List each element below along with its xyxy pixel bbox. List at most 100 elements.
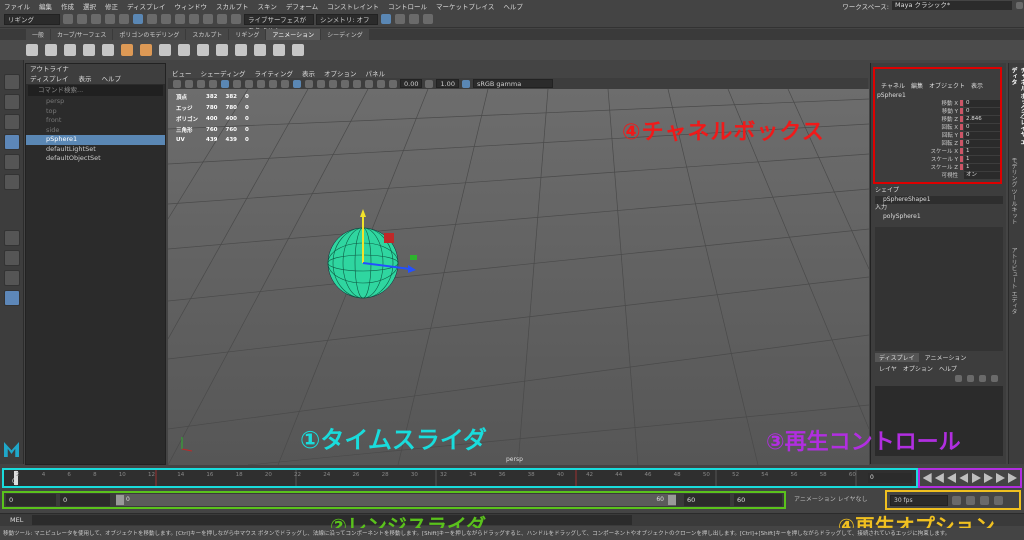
anim-start-field[interactable]: 0 <box>6 494 56 506</box>
exposure-field[interactable]: 0.00 <box>400 79 423 88</box>
gamma-field[interactable]: 1.00 <box>436 79 459 88</box>
menu-modify[interactable]: 修正 <box>105 1 118 11</box>
shelf-tab-animation[interactable]: アニメーション <box>266 29 321 40</box>
shelf-breakdown-icon[interactable] <box>83 44 95 56</box>
outliner-item[interactable]: defaultObjectSet <box>26 154 165 164</box>
cb-menu-edit[interactable]: 編集 <box>911 81 923 90</box>
shelf-motion-trail-icon[interactable] <box>121 44 133 56</box>
cb-menu-object[interactable]: オブジェクト <box>929 81 965 90</box>
cb-attr-row[interactable]: 回転 Z0 <box>875 139 1000 147</box>
layer-tab-animation[interactable]: アニメーション <box>921 353 971 362</box>
snap-curve-icon[interactable] <box>189 14 199 24</box>
step-forward-key-icon[interactable] <box>996 473 1005 483</box>
play-forward-icon[interactable] <box>972 473 981 483</box>
go-to-end-icon[interactable] <box>1008 473 1017 483</box>
image-plane-icon[interactable] <box>209 79 217 88</box>
menu-skin[interactable]: スキン <box>258 1 277 11</box>
select-tool-icon[interactable] <box>3 74 20 90</box>
shelf-key-icon[interactable] <box>26 44 38 56</box>
range-end-field[interactable]: 60 <box>684 494 730 506</box>
step-back-frame-icon[interactable] <box>947 473 957 483</box>
outliner-item[interactable]: defaultLightSet <box>26 145 165 155</box>
hypershade-icon[interactable] <box>423 14 433 24</box>
cb-attr-row[interactable]: スケール X1 <box>875 147 1000 155</box>
cb-shape-node[interactable]: pSphereShape1 <box>875 195 1003 204</box>
outliner-item[interactable]: top <box>26 107 165 117</box>
menu-control[interactable]: コントロール <box>388 1 427 11</box>
new-layer-icon[interactable] <box>979 375 986 382</box>
menu-edit[interactable]: 編集 <box>39 1 52 11</box>
menu-constrain[interactable]: コンストレイント <box>327 1 379 11</box>
paint-select-tool-icon[interactable] <box>3 114 20 130</box>
range-bar[interactable]: 0 60 <box>116 494 676 506</box>
step-back-key-icon[interactable] <box>934 473 944 483</box>
vp-menu-show[interactable]: 表示 <box>302 68 315 78</box>
new-scene-icon[interactable] <box>63 14 73 24</box>
shelf-dope-sheet-icon[interactable] <box>64 44 76 56</box>
menu-deform[interactable]: デフォーム <box>286 1 318 11</box>
cb-attr-row[interactable]: 回転 Y0 <box>875 131 1000 139</box>
shelf-ik-handle-icon[interactable] <box>159 44 171 56</box>
shelf-ghost-icon[interactable] <box>102 44 114 56</box>
menu-file[interactable]: ファイル <box>4 1 30 11</box>
outliner-item-selected[interactable]: pSphere1 <box>26 135 165 145</box>
time-slider[interactable]: 2 4 6 8 10 12 14 16 18 20 22 24 26 28 30 32 34 36 38 40 42 44… <box>2 468 918 488</box>
single-pane-layout-icon[interactable] <box>3 230 20 246</box>
lock-icon[interactable] <box>1016 2 1023 9</box>
outliner-item[interactable]: front <box>26 116 165 126</box>
cb-attr-row[interactable]: スケール Y1 <box>875 155 1000 163</box>
menu-display[interactable]: ディスプレイ <box>127 1 166 11</box>
shelf-tab-curves[interactable]: カーブ/サーフェス <box>51 29 113 40</box>
shelf-constraint-icon[interactable] <box>292 44 304 56</box>
safe-action-icon[interactable] <box>281 79 289 88</box>
menu-windows[interactable]: ウィンドウ <box>175 1 208 11</box>
lasso-tool-icon[interactable] <box>3 94 20 110</box>
cb-attr-row[interactable]: 移動 Y0 <box>875 107 1000 115</box>
cb-attr-row[interactable]: 可視性 オン <box>875 171 1000 179</box>
range-start-handle[interactable] <box>116 495 124 505</box>
cb-input-node[interactable]: polySphere1 <box>875 213 1003 222</box>
shelf-cluster-icon[interactable] <box>197 44 209 56</box>
layer-menu-options[interactable]: オプション <box>903 364 933 373</box>
undo-icon[interactable] <box>105 14 115 24</box>
outliner-search-input[interactable]: コマンド検索... <box>28 85 163 96</box>
camera-attributes-icon[interactable] <box>185 79 193 88</box>
rotate-tool-icon[interactable] <box>3 154 20 170</box>
smooth-shade-icon[interactable] <box>305 79 313 88</box>
new-layer-selected-icon[interactable] <box>991 375 998 382</box>
shelf-joint-icon[interactable] <box>140 44 152 56</box>
scale-tool-icon[interactable] <box>3 174 20 190</box>
shelf-playblast-icon[interactable] <box>273 44 285 56</box>
cb-menu-channels[interactable]: チャネル <box>881 81 905 90</box>
colorspace-dropdown[interactable]: sRGB gamma <box>472 79 553 88</box>
play-backward-icon[interactable] <box>959 473 969 483</box>
sidebar-tab-channel-box[interactable]: チャネル ボックス/レイヤ エディタ <box>1009 63 1024 153</box>
ipr-render-icon[interactable] <box>395 14 405 24</box>
gamma-icon[interactable] <box>425 79 434 88</box>
cb-attr-row[interactable]: 移動 X0 <box>875 99 1000 107</box>
shelf-attach-motion-icon[interactable] <box>235 44 247 56</box>
anim-layer-label[interactable]: アニメーション レイヤなし <box>794 494 868 503</box>
select-by-hierarchy-icon[interactable] <box>133 14 143 24</box>
snap-grid-icon[interactable] <box>175 14 185 24</box>
layer-tab-display[interactable]: ディスプレイ <box>875 353 919 362</box>
layer-menu-layers[interactable]: レイヤ <box>879 364 897 373</box>
layer-down-icon[interactable] <box>967 375 974 382</box>
cb-attr-row[interactable]: スケール Z1 <box>875 163 1000 171</box>
select-by-component-icon[interactable] <box>161 14 171 24</box>
shelf-bind-skin-icon[interactable] <box>178 44 190 56</box>
cb-attr-row[interactable]: 回転 X0 <box>875 123 1000 131</box>
render-settings-icon[interactable] <box>409 14 419 24</box>
select-by-object-icon[interactable] <box>147 14 157 24</box>
side-by-side-layout-icon[interactable] <box>3 270 20 286</box>
auto-key-icon[interactable] <box>980 495 989 505</box>
shelf-path-icon[interactable] <box>216 44 228 56</box>
layer-menu-help[interactable]: ヘルプ <box>939 364 957 373</box>
field-chart-icon[interactable] <box>269 79 277 88</box>
fps-dropdown[interactable]: 30 fps <box>890 494 948 506</box>
resolution-gate-icon[interactable] <box>245 79 253 88</box>
vp-menu-options[interactable]: オプション <box>324 68 357 78</box>
move-tool-icon[interactable] <box>3 134 20 150</box>
shelf-tab-sculpting[interactable]: スカルプト <box>186 29 229 40</box>
snap-view-plane-icon[interactable] <box>217 14 227 24</box>
